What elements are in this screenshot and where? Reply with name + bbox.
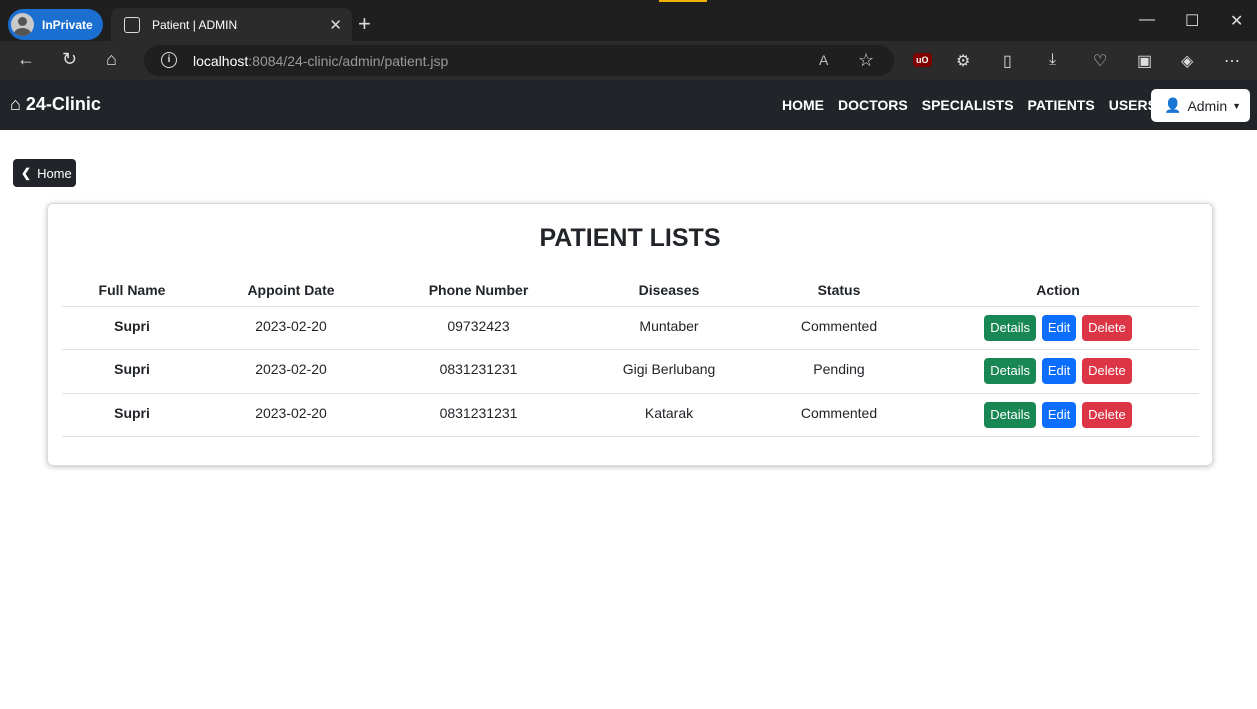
close-tab-icon[interactable]: ✕ — [329, 16, 342, 34]
inprivate-badge[interactable]: InPrivate — [8, 9, 103, 40]
user-gear-icon: 👤 — [1164, 97, 1182, 113]
brand-logo[interactable]: ⌂ 24-Clinic — [10, 94, 101, 115]
close-window-icon[interactable]: ✕ — [1230, 11, 1243, 31]
browser-toolbar: ← ↻ ⌂ i localhost:8084/24-clinic/admin/p… — [0, 41, 1257, 80]
delete-button[interactable]: Delete — [1082, 358, 1132, 384]
minimize-icon[interactable]: — — [1139, 11, 1155, 29]
chevron-left-icon: ❮ — [21, 166, 32, 180]
header-phone-number: Phone Number — [380, 274, 577, 307]
extensions-icon[interactable]: ⚙ — [956, 51, 970, 71]
cell-phone-number: 0831231231 — [380, 393, 577, 437]
patient-table: Full Name Appoint Date Phone Number Dise… — [62, 274, 1199, 437]
page-title: PATIENT LISTS — [539, 224, 721, 252]
split-screen-icon[interactable]: ▯ — [1003, 51, 1012, 71]
page-favicon-icon — [124, 16, 140, 33]
header-appoint-date: Appoint Date — [202, 274, 380, 307]
new-tab-icon[interactable]: + — [358, 11, 371, 37]
admin-label: Admin — [1187, 97, 1228, 114]
table-header-row: Full Name Appoint Date Phone Number Dise… — [62, 274, 1199, 307]
details-button[interactable]: Details — [984, 401, 1036, 428]
header-action: Action — [917, 274, 1199, 307]
home-button-label: Home — [37, 165, 72, 181]
nav-links: HOME DOCTORS SPECIALISTS PATIENTS USERS — [782, 97, 1171, 113]
inprivate-label: InPrivate — [42, 17, 93, 32]
patient-list-card: PATIENT LISTS Full Name Appoint Date Pho… — [47, 203, 1213, 466]
collections-icon[interactable]: ▣ — [1137, 51, 1152, 71]
profile-avatar-icon — [11, 13, 34, 36]
cell-appoint-date: 2023-02-20 — [202, 349, 380, 394]
favorite-star-icon[interactable]: ☆ — [858, 50, 874, 71]
cell-status: Commented — [761, 393, 917, 437]
more-options-icon[interactable]: ⋯ — [1224, 51, 1240, 71]
header-full-name: Full Name — [62, 274, 202, 307]
cell-diseases: Muntaber — [577, 306, 761, 350]
cell-actions: Details Edit Delete — [917, 306, 1199, 350]
cell-full-name: Supri — [62, 306, 202, 350]
back-icon[interactable]: ← — [17, 49, 35, 70]
nav-link-specialists[interactable]: SPECIALISTS — [922, 97, 1014, 113]
clinic-house-icon: ⌂ — [10, 94, 21, 114]
site-info-icon[interactable]: i — [161, 52, 177, 68]
edit-button[interactable]: Edit — [1041, 358, 1077, 384]
nav-link-doctors[interactable]: DOCTORS — [838, 97, 908, 113]
cell-actions: Details Edit Delete — [917, 393, 1199, 437]
copilot-icon[interactable]: ◈ — [1181, 51, 1193, 71]
ublock-extension-icon[interactable]: uO — [913, 53, 932, 67]
nav-link-patients[interactable]: PATIENTS — [1028, 97, 1095, 113]
home-back-button[interactable]: ❮ Home — [13, 159, 76, 187]
home-icon[interactable]: ⌂ — [106, 49, 117, 70]
cell-status: Commented — [761, 306, 917, 350]
cell-diseases: Gigi Berlubang — [577, 349, 761, 394]
refresh-icon[interactable]: ↻ — [62, 49, 77, 70]
details-button[interactable]: Details — [984, 314, 1036, 341]
read-aloud-icon[interactable]: A — [819, 52, 828, 68]
url-text[interactable]: localhost:8084/24-clinic/admin/patient.j… — [193, 53, 448, 69]
cell-phone-number: 0831231231 — [380, 349, 577, 394]
app-navbar: ⌂ 24-Clinic HOME DOCTORS SPECIALISTS PAT… — [0, 80, 1257, 130]
table-row: Supri 2023-02-20 0831231231 Gigi Berluba… — [62, 349, 1199, 394]
cell-status: Pending — [761, 349, 917, 394]
brand-name: 24-Clinic — [25, 94, 101, 114]
cell-actions: Details Edit Delete — [917, 349, 1199, 394]
details-button[interactable]: Details — [984, 358, 1036, 384]
delete-button[interactable]: Delete — [1082, 401, 1132, 428]
cell-full-name: Supri — [62, 393, 202, 437]
cell-full-name: Supri — [62, 349, 202, 394]
admin-dropdown-button[interactable]: 👤 Admin ▼ — [1151, 89, 1250, 122]
header-status: Status — [761, 274, 917, 307]
header-diseases: Diseases — [577, 274, 761, 307]
window-accent-bar — [659, 0, 707, 2]
nav-link-users[interactable]: USERS — [1109, 97, 1157, 113]
table-row: Supri 2023-02-20 09732423 Muntaber Comme… — [62, 306, 1199, 350]
edit-button[interactable]: Edit — [1041, 314, 1077, 341]
browser-tab-active[interactable]: Patient | ADMIN ✕ — [111, 8, 352, 41]
table-row: Supri 2023-02-20 0831231231 Katarak Comm… — [62, 393, 1199, 437]
downloads-icon[interactable]: ⤓ — [1049, 51, 1056, 69]
browser-titlebar: InPrivate Patient | ADMIN ✕ + — ☐ ✕ — [0, 0, 1257, 41]
cell-appoint-date: 2023-02-20 — [202, 393, 380, 437]
browser-essentials-icon[interactable]: ♡ — [1093, 51, 1107, 71]
edit-button[interactable]: Edit — [1041, 401, 1077, 428]
address-bar[interactable]: i localhost:8084/24-clinic/admin/patient… — [144, 45, 894, 76]
caret-down-icon: ▼ — [1232, 100, 1242, 111]
maximize-icon[interactable]: ☐ — [1185, 11, 1199, 31]
cell-appoint-date: 2023-02-20 — [202, 306, 380, 350]
delete-button[interactable]: Delete — [1082, 314, 1132, 341]
nav-link-home[interactable]: HOME — [782, 97, 824, 113]
cell-phone-number: 09732423 — [380, 306, 577, 350]
tab-title: Patient | ADMIN — [152, 17, 238, 32]
cell-diseases: Katarak — [577, 393, 761, 437]
